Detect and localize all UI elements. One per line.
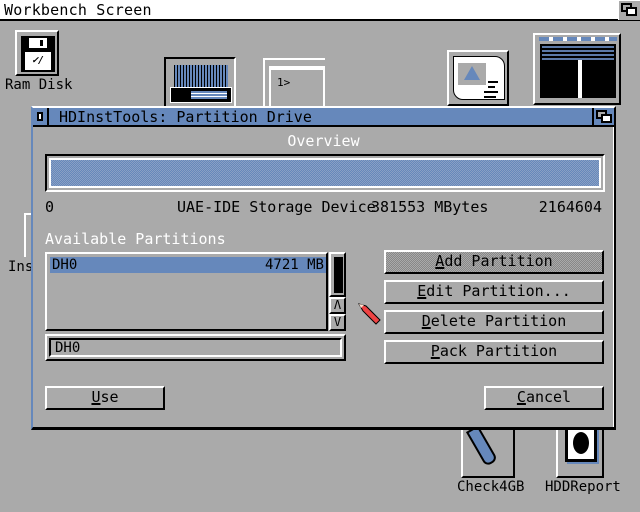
scrollbar-track[interactable] [329,252,346,297]
button-label: ack Partition [439,342,558,360]
partition-size: 4721 MB [264,257,324,273]
floppy-disk-icon[interactable]: ✓/ [15,30,59,76]
use-button[interactable]: Use [45,386,165,410]
window-depth-icon[interactable] [592,108,614,125]
tool-drawer-icon[interactable] [164,57,236,107]
overview-start: 0 [45,198,55,216]
hotkey: C [516,388,526,406]
icon-label: Check4GB [457,479,525,495]
button-label: ancel [525,388,572,406]
scroll-down-button[interactable]: V [329,314,346,331]
button-label: dd Partition [444,252,553,270]
screen-depth-icon[interactable] [618,1,640,20]
close-icon[interactable] [33,108,49,125]
prefs-icon[interactable] [447,50,509,106]
delete-partition-button[interactable]: Delete Partition [384,310,604,334]
shell-icon[interactable]: 1> [263,58,325,110]
window-titlebar[interactable]: HDInstTools: Partition Drive [33,108,614,127]
overview-end: 2164604 [538,198,602,216]
scroll-up-button[interactable]: Λ [329,297,346,314]
hotkey: P [430,342,440,360]
partition-list[interactable]: DH0 4721 MB [45,252,328,331]
icon-label: Ins [8,259,34,275]
icon-label: HDDReport [545,479,621,495]
editor-icon[interactable] [533,33,621,105]
overview-label: Overview [287,132,360,150]
list-item[interactable]: DH0 4721 MB [50,257,326,273]
button-label: dit Partition... [426,282,571,300]
screen-title-bar[interactable]: Workbench Screen [0,0,640,21]
screen-title: Workbench Screen [4,1,152,19]
drive-overview-bar[interactable] [45,154,605,192]
cancel-button[interactable]: Cancel [484,386,604,410]
hotkey: D [421,312,431,330]
partition-list-scrollbar[interactable]: Λ V [329,252,346,331]
hotkey: A [435,252,445,270]
pack-partition-button[interactable]: Pack Partition [384,340,604,364]
partition-drive-window: HDInstTools: Partition Drive Overview 0 … [31,106,616,430]
icon-label: Ram Disk [5,77,73,93]
edit-partition-button[interactable]: Edit Partition... [384,280,604,304]
add-partition-button[interactable]: Add Partition [384,250,604,274]
mouse-pointer-icon [358,303,381,325]
partition-name-input[interactable]: DH0 [49,338,342,357]
hddreport-icon[interactable] [556,426,604,478]
hotkey: E [417,282,427,300]
button-label: se [100,388,119,406]
available-partitions-label: Available Partitions [45,230,226,248]
device-name: UAE-IDE Storage Device [177,198,376,216]
button-label: elete Partition [430,312,567,330]
scrollbar-knob[interactable] [334,257,343,293]
check4gb-tool-icon[interactable] [461,425,515,478]
partition-name: DH0 [52,257,78,273]
device-capacity: 381553 MBytes [371,198,489,216]
window-title: HDInstTools: Partition Drive [59,108,312,126]
partition-name-field[interactable]: DH0 [45,334,346,361]
